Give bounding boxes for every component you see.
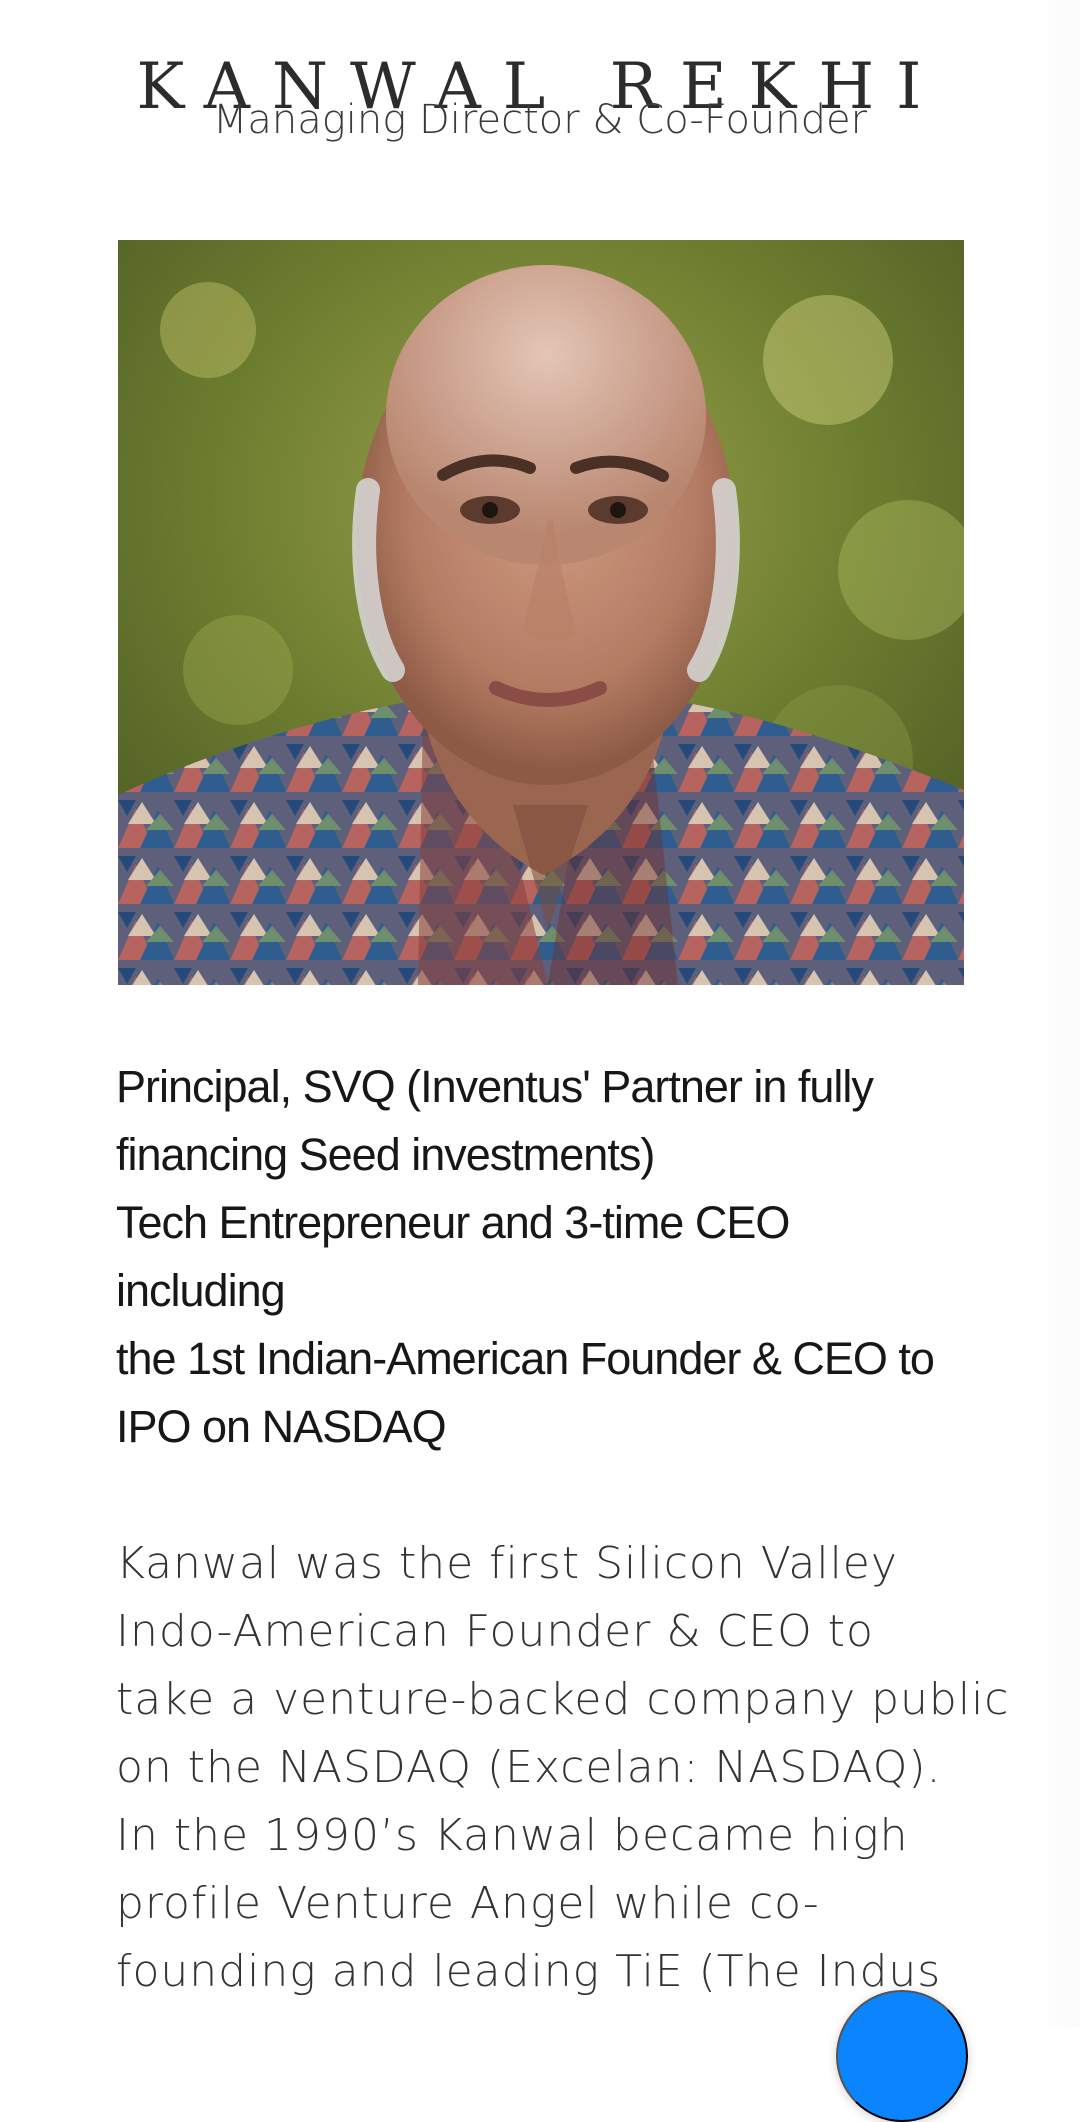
headline-line: Principal, SVQ (Inventus' Partner in ful… [116,1061,874,1112]
bio-text: Kanwal was the first Silicon Valley Indo… [116,1530,1010,2006]
bio-line: In the 1990’s Kanwal became high [116,1810,909,1861]
bio-line: take a venture-backed company public [116,1674,1010,1725]
page-edge [1028,0,1080,2027]
headline-line: IPO on NASDAQ [116,1401,447,1452]
bio-line: profile Venture Angel while co- [116,1878,820,1929]
chat-button[interactable] [836,1990,968,2122]
bio-line: Kanwal was the first Silicon Valley [116,1538,898,1589]
headline-line: the 1st Indian-American Founder & CEO to [116,1333,935,1384]
bio-line: founding and leading TiE (The Indus [116,1946,942,1997]
profile-page: KANWAL REKHI Managing Director & Co-Foun… [0,0,1080,2122]
headline-line: Tech Entrepreneur and 3-time CEO [116,1197,790,1248]
bio-line: on the NASDAQ (Excelan: NASDAQ). [116,1742,942,1793]
bio-line: Indo-American Founder & CEO to [116,1606,874,1657]
headline-line: financing Seed investments) [116,1129,655,1180]
headline-line: including [116,1265,286,1316]
headline: Principal, SVQ (Inventus' Partner in ful… [116,1053,996,1461]
profile-role: Managing Director & Co-Founder [212,97,868,143]
profile-photo [118,240,964,985]
